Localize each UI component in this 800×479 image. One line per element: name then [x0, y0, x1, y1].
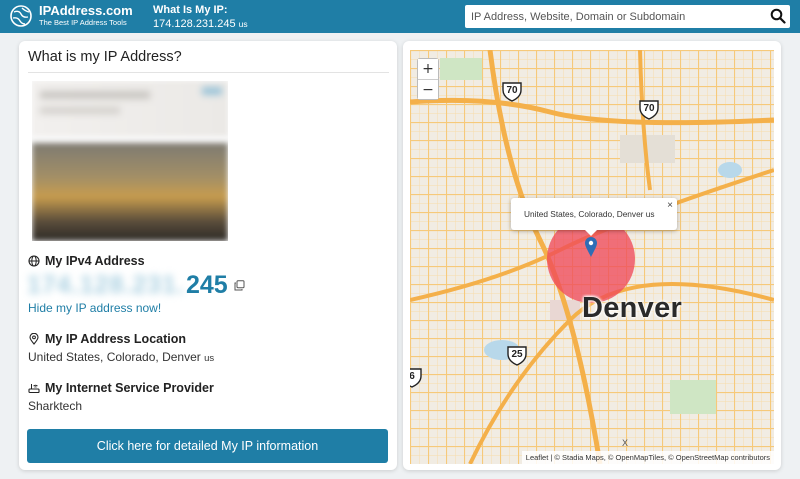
ipv4-blurred-part: 174.128.231. — [27, 270, 185, 299]
zoom-out-button[interactable]: − — [418, 79, 438, 99]
highway-number: 70 — [643, 103, 655, 114]
card-title: What is my IP Address? — [28, 49, 182, 65]
isp-heading: My Internet Service Provider — [28, 381, 214, 395]
ipv4-heading: My IPv4 Address — [28, 254, 145, 268]
highway-shield: 70 — [501, 80, 523, 102]
location-heading-text: My IP Address Location — [45, 332, 187, 346]
ipv4-heading-text: My IPv4 Address — [45, 254, 145, 268]
zoom-in-button[interactable]: + — [418, 59, 438, 79]
highway-shield: 70 — [638, 98, 660, 120]
ad-text-line — [40, 107, 120, 114]
zoom-control: + − — [417, 58, 439, 100]
search-icon[interactable] — [770, 8, 786, 24]
header-my-ip: What Is My IP: 174.128.231.245 us — [153, 4, 248, 31]
brand-name[interactable]: IPAddress.com — [39, 4, 133, 18]
header-ip-text: 174.128.231.245 — [153, 18, 236, 30]
map-card: 70 70 25 6 + − United States, Colorado, … — [403, 41, 781, 470]
blurred-advertisement[interactable] — [32, 81, 228, 241]
header-ip-country: us — [238, 19, 248, 29]
map-tiles — [410, 50, 774, 464]
highway-number: 70 — [506, 85, 518, 96]
location-country: us — [204, 353, 215, 364]
highway-shield: 6 — [410, 366, 423, 388]
ip-info-card: What is my IP Address? My IPv4 Address 1… — [19, 41, 397, 470]
detailed-info-button[interactable]: Click here for detailed My IP informatio… — [27, 429, 388, 463]
globe-icon — [28, 255, 40, 267]
brand[interactable]: IPAddress.com The Best IP Address Tools — [39, 4, 133, 28]
attribution-toggle[interactable]: X — [622, 438, 628, 448]
site-header: IPAddress.com The Best IP Address Tools … — [0, 0, 800, 33]
ad-top-area — [32, 81, 228, 136]
divider — [28, 72, 389, 73]
isp-heading-text: My Internet Service Provider — [45, 381, 214, 395]
city-label: Denver — [582, 292, 683, 324]
location-heading: My IP Address Location — [28, 332, 186, 346]
map-attribution: Leaflet | © Stadia Maps, © OpenMapTiles,… — [521, 451, 774, 464]
highway-number: 6 — [410, 371, 415, 382]
header-my-ip-label: What Is My IP: — [153, 4, 228, 16]
attribution-text: | © Stadia Maps, © OpenMapTiles, © OpenS… — [548, 453, 770, 462]
isp-value: Sharktech — [28, 399, 83, 413]
popup-close-button[interactable]: × — [667, 200, 673, 211]
header-my-ip-value: 174.128.231.245 us — [153, 17, 248, 31]
search-input[interactable] — [471, 9, 756, 24]
ipv4-visible-part: 245 — [185, 270, 228, 299]
brand-tagline: The Best IP Address Tools — [39, 18, 127, 27]
location-map[interactable]: 70 70 25 6 + − United States, Colorado, … — [410, 50, 774, 464]
location-pin-icon — [29, 333, 39, 345]
leaflet-link[interactable]: Leaflet — [526, 453, 549, 462]
globe-logo-icon[interactable] — [10, 5, 32, 27]
router-icon — [28, 384, 40, 394]
highway-number: 25 — [511, 349, 523, 360]
ad-text-line — [40, 91, 150, 99]
hide-ip-link[interactable]: Hide my IP address now! — [28, 301, 161, 315]
ipv4-address: 174.128.231. 245 — [27, 270, 245, 300]
popup-text: United States, Colorado, Denver us — [524, 209, 655, 219]
copy-icon[interactable] — [234, 279, 245, 291]
ad-photo — [32, 143, 228, 241]
highway-shield: 25 — [506, 344, 528, 366]
location-popup: United States, Colorado, Denver us × — [511, 198, 677, 236]
location-value: United States, Colorado, Denver us — [28, 350, 214, 364]
location-text: United States, Colorado, Denver — [28, 350, 201, 364]
search-box — [465, 5, 790, 28]
ad-badge — [202, 87, 222, 95]
